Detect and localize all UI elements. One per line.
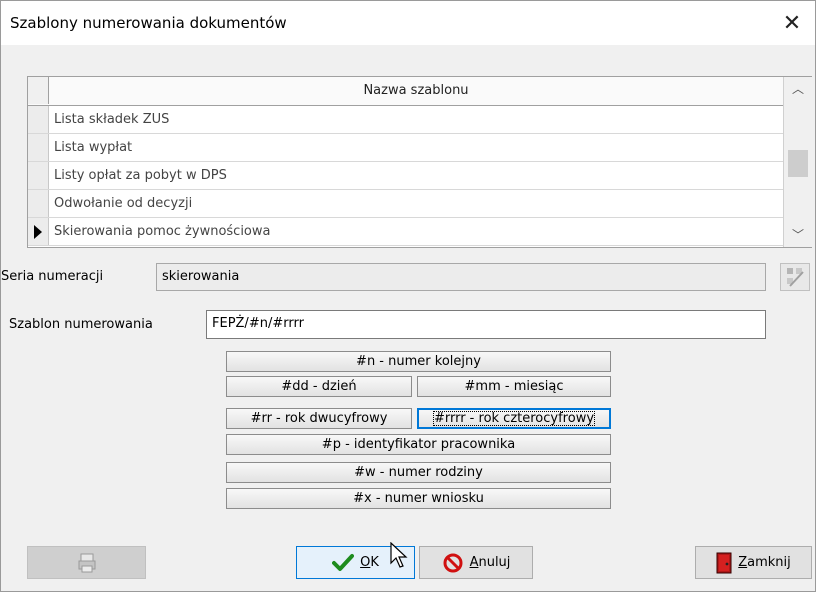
grid-header: Nazwa szablonu xyxy=(28,77,783,106)
token-x-button[interactable]: #x - numer wniosku xyxy=(226,488,611,509)
table-row[interactable]: Listy opłat za pobyt w DPS xyxy=(28,162,783,190)
row-cell-name: Skierowania pomoc żywnościowa xyxy=(54,224,271,239)
token-n-button[interactable]: #n - numer kolejny xyxy=(226,351,611,372)
row-indicator xyxy=(28,162,49,189)
close-button[interactable]: Zamknij xyxy=(695,546,812,579)
print-icon xyxy=(78,553,95,572)
table-row[interactable]: Lista wypłat xyxy=(28,134,783,162)
scroll-down-icon[interactable]: ﹀ xyxy=(784,223,812,247)
numbering-icon xyxy=(787,268,804,287)
token-label: #rrrr - rok czterocyfrowy xyxy=(432,411,596,426)
header-indicator xyxy=(28,77,49,104)
table-row[interactable]: Lista składek ZUS xyxy=(28,106,783,134)
token-mm-button[interactable]: #mm - miesiąc xyxy=(417,376,611,397)
token-dd-button[interactable]: #dd - dzień xyxy=(226,376,412,397)
series-field: skierowania xyxy=(156,263,766,291)
table-row-selected[interactable]: Skierowania pomoc żywnościowa xyxy=(28,218,783,246)
template-label: Szablon numerowania xyxy=(9,317,153,332)
dialog-title: Szablony numerowania dokumentów xyxy=(10,14,287,32)
series-label: Seria numeracji xyxy=(1,269,104,284)
token-label: #rr - rok dwucyfrowy xyxy=(250,411,388,426)
row-indicator xyxy=(28,190,49,217)
row-cell-name: Lista wypłat xyxy=(54,140,133,155)
row-indicator xyxy=(28,106,49,133)
title-bar: Szablony numerowania dokumentów ✕ xyxy=(1,1,815,45)
exit-door-icon xyxy=(716,552,732,573)
table-row[interactable]: Odwołanie od decyzji xyxy=(28,190,783,218)
checkmark-icon xyxy=(332,553,355,571)
scroll-thumb[interactable] xyxy=(788,150,808,177)
token-label: #dd - dzień xyxy=(281,379,357,394)
scroll-up-icon[interactable]: ︿ xyxy=(784,77,812,101)
print-button[interactable] xyxy=(27,546,146,579)
token-rrrr-button[interactable]: #rrrr - rok czterocyfrowy xyxy=(417,408,611,429)
token-p-button[interactable]: #p - identyfikator pracownika xyxy=(226,434,611,455)
row-indicator xyxy=(28,218,49,245)
mouse-cursor-icon xyxy=(390,542,408,568)
close-label: Zamknij xyxy=(738,555,791,570)
cancel-button[interactable]: Anuluj xyxy=(419,546,533,579)
token-w-button[interactable]: #w - numer rodziny xyxy=(226,462,611,483)
vertical-scrollbar[interactable]: ︿ ﹀ xyxy=(783,77,812,247)
token-label: #x - numer wniosku xyxy=(353,491,484,506)
token-label: #p - identyfikator pracownika xyxy=(321,437,516,452)
token-label: #n - numer kolejny xyxy=(356,354,481,369)
cancel-label: Anuluj xyxy=(469,555,511,570)
row-cell-name: Odwołanie od decyzji xyxy=(54,196,193,211)
current-row-arrow-icon xyxy=(34,225,42,239)
column-header-name[interactable]: Nazwa szablonu xyxy=(49,77,783,104)
template-input[interactable]: FEPŻ/#n/#rrrr xyxy=(206,310,766,339)
grid-rows: Lista składek ZUS Lista wypłat Listy opł… xyxy=(28,106,783,246)
ok-label: OK xyxy=(360,555,379,570)
row-cell-name: Listy opłat za pobyt w DPS xyxy=(54,168,227,183)
token-rr-button[interactable]: #rr - rok dwucyfrowy xyxy=(226,408,412,429)
templates-grid: Nazwa szablonu Lista składek ZUS Lista w… xyxy=(27,76,812,248)
token-label: #w - numer rodziny xyxy=(354,465,483,480)
close-icon[interactable]: ✕ xyxy=(769,1,815,45)
series-picker-button[interactable] xyxy=(780,263,810,291)
row-indicator xyxy=(28,134,49,161)
dialog-window: Szablony numerowania dokumentów ✕ Nazwa … xyxy=(0,0,816,592)
row-cell-name: Lista składek ZUS xyxy=(54,112,170,127)
token-label: #mm - miesiąc xyxy=(464,379,564,394)
cancel-icon xyxy=(443,553,463,572)
